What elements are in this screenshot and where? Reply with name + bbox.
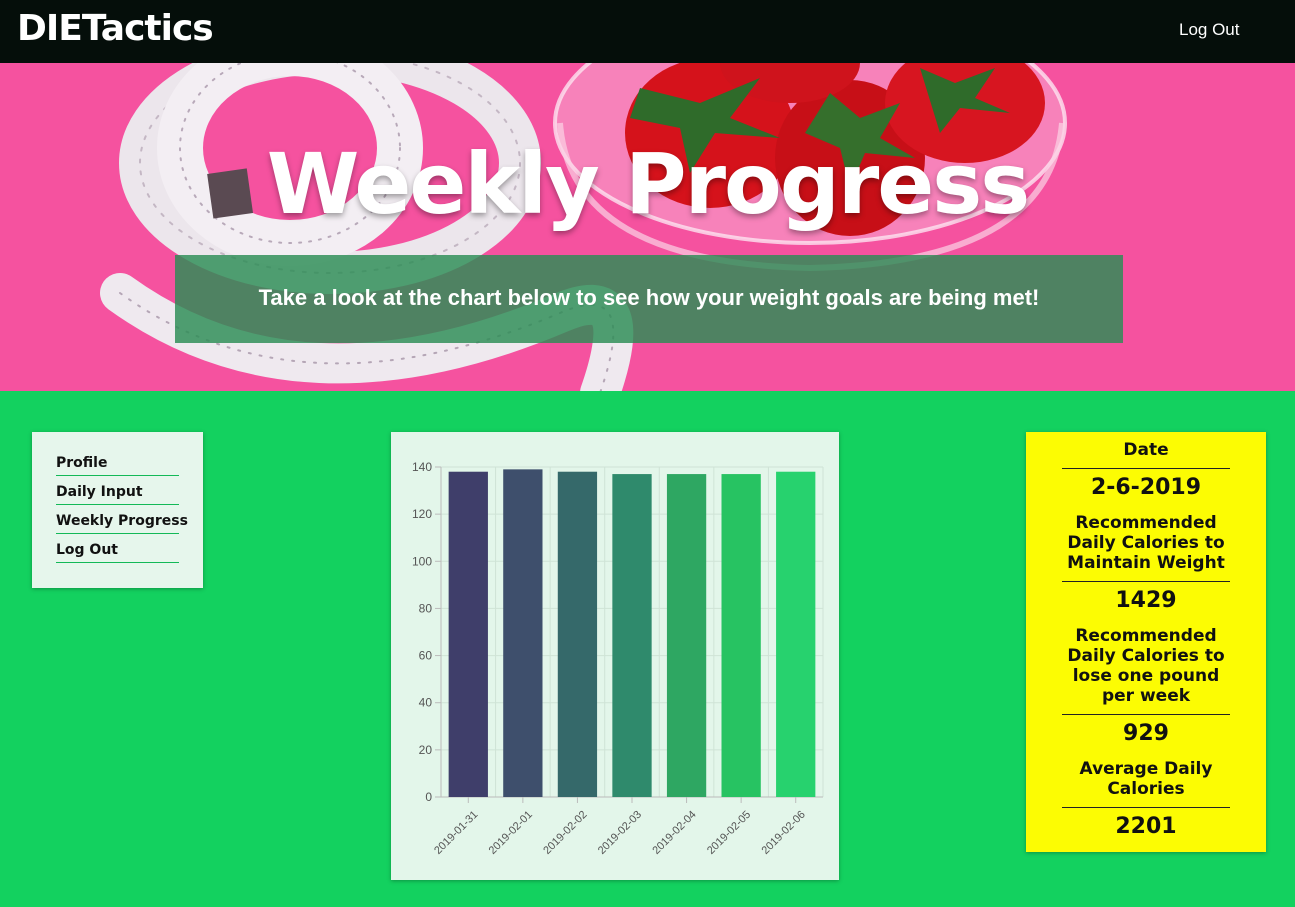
y-tick-label: 20 (419, 743, 433, 757)
x-tick-label: 2019-02-05 (705, 809, 753, 857)
y-tick-label: 0 (425, 790, 432, 804)
x-tick-label: 2019-02-02 (541, 809, 589, 857)
maintain-calories-label: Recommended Daily Calories to Maintain W… (1067, 513, 1225, 573)
y-tick-label: 40 (419, 696, 433, 710)
bar (448, 471, 488, 797)
lose-calories-label: Recommended Daily Calories to lose one p… (1067, 626, 1225, 706)
y-tick-label: 120 (412, 507, 432, 521)
date-label: Date (1123, 440, 1169, 460)
divider (1062, 468, 1230, 469)
x-tick-label: 2019-02-03 (596, 809, 644, 857)
page-title: Weekly Progress (266, 135, 1030, 233)
average-calories-label: Average Daily Calories (1079, 759, 1213, 799)
brand-logo[interactable]: DIETactics (17, 8, 214, 49)
sidebar-item-weekly-progress[interactable]: Weekly Progress (56, 511, 188, 534)
x-tick-label: 2019-01-31 (432, 809, 480, 857)
side-navigation: Profile Daily Input Weekly Progress Log … (32, 432, 203, 588)
sidebar-item-daily-input[interactable]: Daily Input (56, 482, 179, 505)
sidebar-item-log-out[interactable]: Log Out (56, 540, 179, 563)
weekly-weight-chart-card: 0 20 40 60 80 100 120 140 2019-01-31 2019-02-01 20… (391, 432, 839, 880)
maintain-calories-value: 1429 (1115, 588, 1177, 613)
lose-calories-value: 929 (1123, 721, 1169, 746)
stats-panel: Date 2-6-2019 Recommended Daily Calories… (1026, 432, 1266, 852)
bar (557, 471, 598, 797)
divider (1062, 581, 1230, 582)
x-tick-label: 2019-02-01 (487, 809, 535, 857)
sidebar-item-profile[interactable]: Profile (56, 453, 179, 476)
y-tick-label: 140 (412, 460, 432, 474)
hero-subtitle: Take a look at the chart below to see ho… (258, 285, 1040, 310)
bar (721, 474, 761, 797)
average-calories-value: 2201 (1115, 814, 1177, 839)
hero-subtitle-box: Take a look at the chart below to see ho… (175, 255, 1123, 343)
navbar: DIETactics Log Out (0, 0, 1295, 63)
bar (776, 471, 816, 797)
weekly-weight-chart: 0204060801001201402019-01-31 2019-02-01 20… (412, 460, 824, 857)
x-tick-label: 2019-02-04 (650, 809, 698, 857)
y-tick-label: 80 (419, 601, 433, 615)
y-tick-label: 60 (419, 649, 433, 663)
navbar-logout-link[interactable]: Log Out (1179, 20, 1240, 40)
divider (1062, 807, 1230, 808)
divider (1062, 714, 1230, 715)
hero-banner: Weekly Progress Take a look at the chart… (0, 63, 1295, 391)
bar (612, 474, 652, 797)
date-value: 2-6-2019 (1090, 475, 1202, 500)
y-tick-label: 100 (412, 554, 432, 568)
bar (666, 474, 707, 797)
x-tick-label: 2019-02-06 (760, 809, 808, 857)
bar (503, 469, 543, 797)
